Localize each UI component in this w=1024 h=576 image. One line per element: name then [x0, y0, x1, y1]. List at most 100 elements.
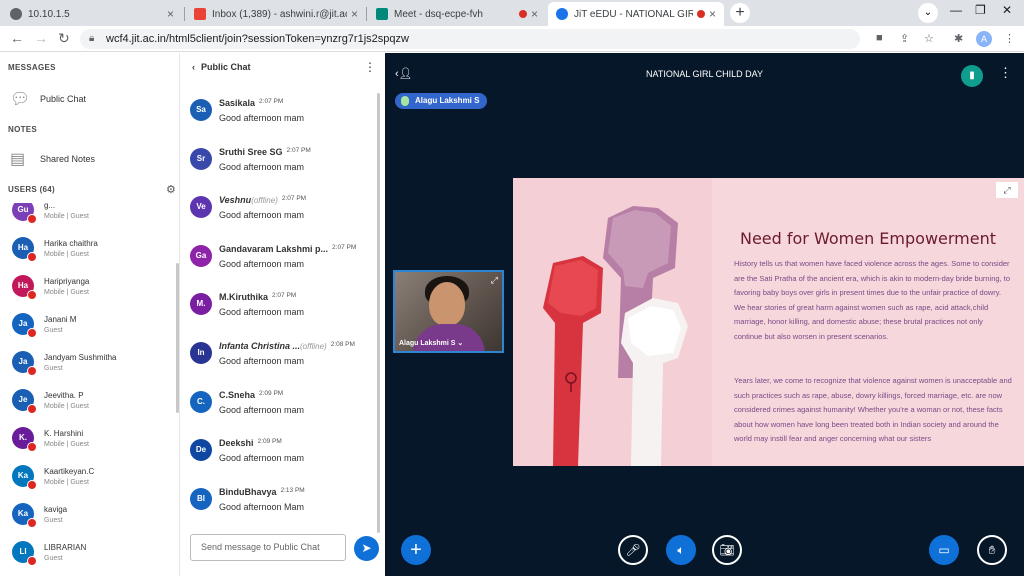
forward-icon[interactable]: → [34, 30, 48, 46]
chat-message: Ga Gandavaram Lakshmi p... 2:07 PM Good aft… [190, 244, 356, 269]
webcam-user-label[interactable]: Alagu Lakshmi S ⌄ [399, 339, 463, 347]
browser-toolbar: ← → ↻ 🔒︎ wcf4.jit.ac.in/html5client/join… [0, 26, 1024, 52]
chat-scrollbar[interactable] [377, 93, 380, 533]
users-section-title: USERS (64) [8, 185, 56, 194]
message-text: Good afternoon mam [219, 453, 305, 464]
avatar: Sr [190, 147, 212, 170]
fullscreen-icon[interactable]: ⤢ [996, 182, 1018, 198]
new-tab-button[interactable]: + [730, 3, 750, 23]
message-text: Good afternoon mam [219, 356, 305, 366]
chat-back-button[interactable]: ‹ Public Chat [192, 62, 251, 72]
lock-icon: 🔒︎ [89, 33, 95, 44]
user-role: Mobile | Guest [44, 440, 90, 448]
muted-mic-icon [27, 442, 37, 452]
meeting-title: NATIONAL GIRL CHILD DAY [645, 69, 764, 79]
user-list-item[interactable]: Ka kaviga Guest [12, 503, 68, 528]
user-name: Harika chaithra [44, 238, 98, 248]
close-tab-icon[interactable]: × [167, 7, 174, 21]
user-list-item[interactable]: K. K. Harshini Mobile | Guest [12, 427, 90, 452]
browser-menu-icon[interactable]: ⋮ [1004, 32, 1015, 45]
browser-tab[interactable]: Inbox (1,389) - ashwini.r@jit.ac.in × [186, 2, 366, 26]
user-role: Guest [44, 364, 63, 372]
user-list-item[interactable]: Ja Janani M Guest [12, 313, 77, 338]
user-name: Kaartikeyan.C [44, 466, 95, 476]
address-bar[interactable]: 🔒︎ wcf4.jit.ac.in/html5client/join?sessi… [80, 29, 860, 49]
user-name: Janani M [44, 314, 77, 324]
message-sender: Infanta Christina ...(offline) 2:08 PM [219, 341, 355, 351]
reload-icon[interactable]: ↻ [58, 30, 70, 47]
mute-microphone-button[interactable]: 🎤︎ [618, 535, 648, 565]
muted-mic-icon [27, 404, 37, 414]
profile-avatar[interactable]: A [976, 31, 992, 47]
message-sender: C.Sneha 2:09 PM [219, 389, 284, 400]
muted-mic-icon [27, 480, 37, 490]
connection-status-icon[interactable]: ▮ [961, 65, 983, 87]
user-list-item[interactable]: Ka Kaartikeyan.C Mobile | Guest [12, 465, 95, 490]
message-time: 2:09 PM [257, 438, 282, 446]
muted-mic-icon [27, 328, 37, 338]
avatar: Bl [190, 487, 212, 510]
slide-paragraph: History tells us that women have faced v… [734, 259, 1010, 341]
browser-tab-active[interactable]: JiT eEDU - NATIONAL GIRL C × [548, 2, 724, 26]
muted-mic-icon [27, 518, 37, 528]
avatar: Ha [12, 237, 37, 262]
user-list-scrollbar[interactable] [176, 263, 179, 413]
tab-search-icon[interactable]: ⌄ [918, 3, 938, 23]
chat-message-input[interactable]: Send message to Public Chat [190, 534, 346, 561]
minimize-icon[interactable]: — [950, 3, 962, 17]
user-list-item[interactable]: Ha Haripriyanga Mobile | Guest [12, 275, 90, 300]
fullscreen-icon[interactable]: ⤢ [491, 275, 498, 286]
user-role: Guest [44, 554, 63, 562]
avatar: LI [12, 541, 37, 566]
webcam-video[interactable]: ⤢ Alagu Lakshmi S ⌄ [393, 270, 504, 353]
user-list-item[interactable]: Gu g... Mobile | Guest [12, 203, 89, 224]
avatar: Ga [190, 244, 212, 267]
chat-message: M. M.Kiruthika 2:07 PM Good afternoon mam [190, 292, 304, 317]
shared-notes-item[interactable]: ▤ Shared Notes [10, 149, 95, 169]
message-time: 2:07 PM [286, 146, 311, 154]
actions-plus-button[interactable]: + [401, 535, 431, 565]
camera-off-button[interactable]: 📷︎ [712, 535, 742, 565]
chat-options-icon[interactable]: ⋮ [364, 60, 376, 74]
user-name: kaviga [44, 504, 68, 514]
message-time: 2:09 PM [259, 389, 284, 397]
camera-icon[interactable]: ■ [876, 32, 883, 44]
audio-speaker-button[interactable]: 🔈︎ [666, 535, 696, 565]
public-chat-item[interactable]: 💬︎ Public Chat [10, 89, 86, 109]
user-list: Gu g... Mobile | Guest Ha Harika chaithra Mob… [0, 203, 176, 573]
microphone-icon [401, 96, 409, 106]
browser-tab[interactable]: Meet - dsq-ecpe-fvh × [368, 2, 546, 26]
chat-message: Sr Sruthi Sree SG 2:07 PM Good afternoon ma… [190, 147, 311, 172]
extensions-icon[interactable]: ✱ [954, 32, 963, 45]
message-time: 2:13 PM [280, 486, 305, 494]
share-icon[interactable]: ⇪ [900, 32, 909, 45]
close-tab-icon[interactable]: × [531, 7, 538, 21]
close-window-icon[interactable]: ✕ [1002, 3, 1012, 17]
gear-icon[interactable]: ⚙ [166, 183, 176, 196]
options-menu-icon[interactable]: ⋮ [999, 65, 1012, 81]
browser-tab[interactable]: 10.10.1.5 × [2, 2, 182, 26]
raise-hand-button[interactable]: ✋︎ [977, 535, 1007, 565]
avatar: Ka [12, 503, 37, 528]
avatar: Sa [190, 99, 212, 121]
message-sender: Sruthi Sree SG 2:07 PM [219, 146, 311, 157]
user-role: Mobile | Guest [44, 288, 90, 296]
message-sender: Deekshi 2:09 PM [219, 438, 282, 449]
restore-icon[interactable]: ❐ [975, 3, 986, 17]
back-icon[interactable]: ← [10, 30, 24, 46]
bookmark-star-icon[interactable]: ☆ [924, 32, 934, 45]
send-message-button[interactable]: ➤ [354, 536, 379, 561]
user-role: Mobile | Guest [44, 250, 90, 258]
message-sender: BinduBhavya 2:13 PM [219, 486, 305, 497]
chevron-left-icon: ‹ [192, 62, 195, 72]
user-list-item[interactable]: LI LIBRARIAN Guest [12, 541, 86, 566]
user-name: g... [44, 203, 56, 210]
slide-title: Need for Women Empowerment [739, 229, 997, 248]
user-list-item[interactable]: Ha Harika chaithra Mobile | Guest [12, 237, 98, 262]
user-list-item[interactable]: Je Jeevitha. P Mobile | Guest [12, 389, 89, 414]
close-tab-icon[interactable]: × [709, 7, 716, 21]
close-tab-icon[interactable]: × [351, 7, 358, 21]
chat-icon: 💬︎ [10, 91, 31, 108]
presentation-toggle-button[interactable]: ▭ [929, 535, 959, 565]
user-list-item[interactable]: Ja Jandyam Sushmitha Guest [12, 351, 116, 376]
